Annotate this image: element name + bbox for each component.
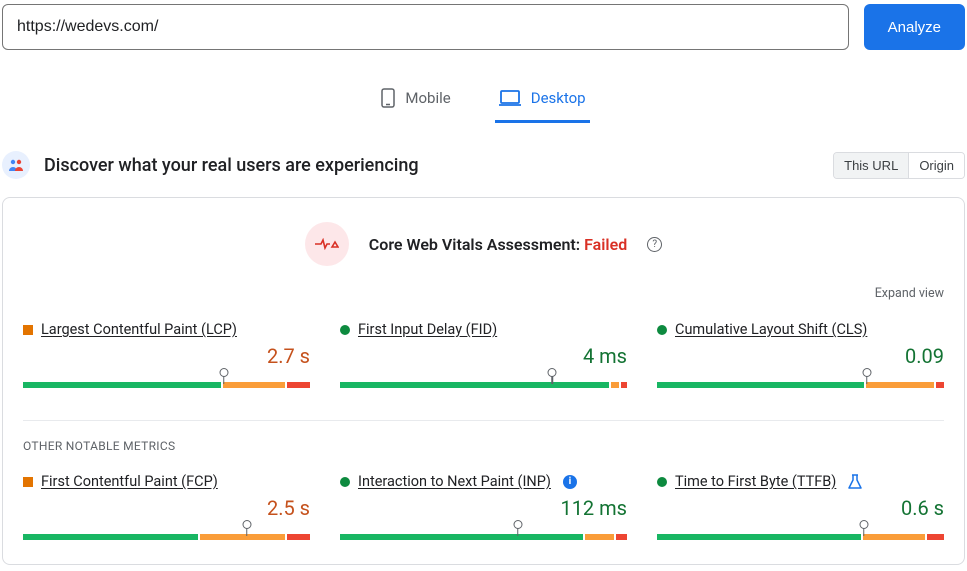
help-icon[interactable]: ? [647, 237, 662, 252]
vitals-card: Core Web Vitals Assessment: Failed ? Exp… [2, 197, 965, 565]
metric-name[interactable]: First Contentful Paint (FCP) [41, 473, 218, 490]
flask-icon[interactable] [848, 474, 862, 490]
assessment-text: Core Web Vitals Assessment: Failed [369, 235, 627, 254]
metric-value: 2.5 s [23, 496, 310, 520]
metric-bar [657, 372, 944, 388]
metric-name[interactable]: First Input Delay (FID) [358, 321, 497, 338]
metric: Largest Contentful Paint (LCP) 2.7 s [23, 321, 310, 388]
assessment-status: Failed [584, 235, 627, 254]
metric-name[interactable]: Cumulative Layout Shift (CLS) [675, 321, 867, 338]
desktop-icon [499, 90, 521, 106]
metric: First Input Delay (FID) 4 ms [340, 321, 627, 388]
toggle-this-url[interactable]: This URL [834, 153, 908, 178]
marker-icon [548, 368, 556, 382]
device-tabs: Mobile Desktop [0, 80, 967, 123]
info-icon[interactable]: i [563, 475, 577, 489]
other-metrics-grid: First Contentful Paint (FCP) 2.5 s Interac… [13, 453, 954, 540]
status-dot-icon [657, 477, 667, 487]
tab-mobile[interactable]: Mobile [377, 80, 454, 123]
metric-value: 4 ms [340, 344, 627, 368]
metric-name[interactable]: Time to First Byte (TTFB) [675, 473, 836, 490]
metric-name[interactable]: Interaction to Next Paint (INP) [358, 473, 551, 490]
assessment-label: Core Web Vitals Assessment: [369, 235, 580, 254]
metric-bar [340, 524, 627, 540]
metric-name[interactable]: Largest Contentful Paint (LCP) [41, 321, 237, 338]
metric-bar [657, 524, 944, 540]
status-dot-icon [340, 325, 350, 335]
marker-icon [860, 520, 868, 534]
metric: Interaction to Next Paint (INP) i 112 ms [340, 473, 627, 540]
marker-icon [220, 368, 228, 382]
metric-value: 0.6 s [657, 496, 944, 520]
metric: Time to First Byte (TTFB) 0.6 s [657, 473, 944, 540]
expand-view-link[interactable]: Expand view [875, 286, 944, 301]
url-input[interactable] [2, 4, 849, 50]
core-metrics-grid: Largest Contentful Paint (LCP) 2.7 s First… [13, 301, 954, 388]
status-dot-icon [657, 325, 667, 335]
marker-icon [243, 520, 251, 534]
status-dot-icon [340, 477, 350, 487]
metric-bar [23, 372, 310, 388]
tab-mobile-label: Mobile [405, 89, 450, 107]
metric-value: 2.7 s [23, 344, 310, 368]
status-square-icon [23, 325, 33, 335]
other-metrics-label: OTHER NOTABLE METRICS [13, 421, 954, 453]
status-square-icon [23, 477, 33, 487]
metric: Cumulative Layout Shift (CLS) 0.09 [657, 321, 944, 388]
metric-value: 112 ms [340, 496, 627, 520]
mobile-icon [381, 88, 395, 108]
toggle-origin[interactable]: Origin [908, 153, 964, 178]
metric-value: 0.09 [657, 344, 944, 368]
metric-bar [340, 372, 627, 388]
discover-title: Discover what your real users are experi… [44, 155, 419, 176]
marker-icon [863, 368, 871, 382]
marker-icon [514, 520, 522, 534]
users-icon [2, 151, 30, 179]
tab-desktop[interactable]: Desktop [495, 80, 590, 123]
tab-desktop-label: Desktop [531, 89, 586, 107]
analyze-button[interactable]: Analyze [864, 4, 965, 50]
metric: First Contentful Paint (FCP) 2.5 s [23, 473, 310, 540]
pulse-icon [305, 222, 349, 266]
scope-toggle: This URL Origin [833, 152, 965, 179]
metric-bar [23, 524, 310, 540]
